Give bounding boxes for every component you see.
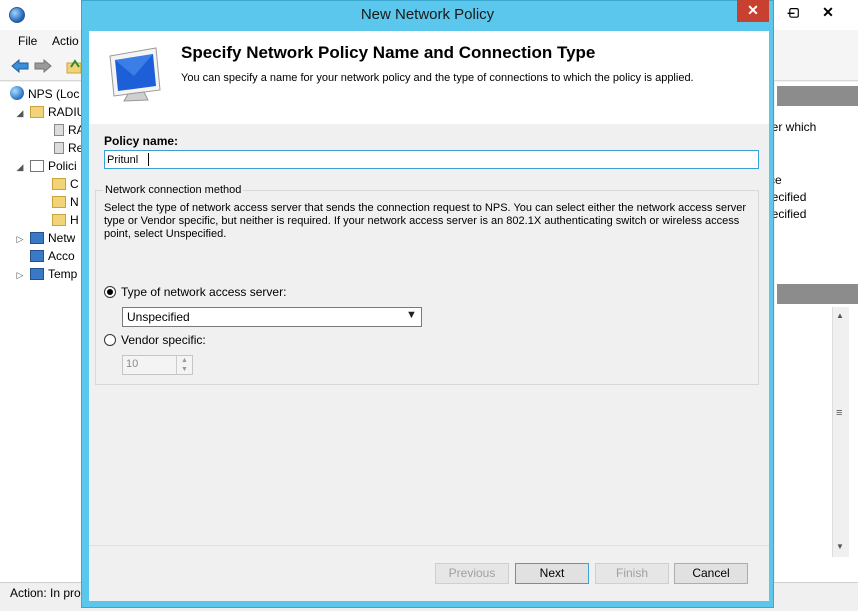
status-text: Action: In pro: [10, 586, 81, 600]
vendor-specific-radio[interactable]: [104, 334, 116, 346]
next-button[interactable]: Next: [515, 563, 589, 584]
console-close-icon[interactable]: ✕: [812, 0, 844, 24]
cancel-button[interactable]: Cancel: [674, 563, 748, 584]
previous-button[interactable]: Previous: [435, 563, 509, 584]
collapse-icon[interactable]: ◢: [16, 104, 24, 121]
scroll-down-icon[interactable]: ▼: [836, 542, 844, 551]
folder-icon: [30, 106, 44, 118]
tree-item-network-access[interactable]: ▷ Netw: [16, 229, 76, 247]
finish-button[interactable]: Finish: [595, 563, 669, 584]
wizard-page-description: You can specify a name for your network …: [181, 72, 694, 84]
tree-item-label: NPS (Loc: [28, 87, 80, 101]
stepper-up-icon: ▲: [176, 356, 192, 365]
templates-icon: [30, 268, 44, 280]
accounting-icon: [30, 250, 44, 262]
folder-icon: [52, 214, 66, 226]
tree-item-templates[interactable]: ▷ Temp: [16, 265, 78, 283]
menu-file[interactable]: File: [18, 34, 37, 48]
tree-item-label: Acco: [48, 249, 75, 263]
vendor-specific-label[interactable]: Vendor specific:: [121, 333, 206, 347]
connection-method-legend: Network connection method: [103, 184, 244, 196]
folder-icon: [52, 196, 66, 208]
details-scrollbar[interactable]: [832, 307, 849, 557]
chevron-down-icon[interactable]: ▼: [406, 309, 417, 321]
tree-item-policies[interactable]: ◢ Polici: [16, 157, 77, 175]
tree-item-label: RADIU: [48, 105, 86, 119]
tree-item-health-policies[interactable]: H: [52, 211, 79, 229]
tree-item-connection-request[interactable]: C: [52, 175, 79, 193]
vendor-specific-value: 10: [126, 358, 139, 370]
forward-arrow-icon[interactable]: [34, 59, 52, 73]
policy-name-label: Policy name:: [104, 134, 179, 148]
tree-item-network-policies[interactable]: N: [52, 193, 79, 211]
folder-up-icon[interactable]: [66, 58, 82, 74]
dialog-close-button[interactable]: ✕: [737, 0, 769, 22]
stepper-down-icon: ▼: [176, 365, 192, 374]
policy-document-icon: [30, 160, 44, 172]
tree-item-accounting[interactable]: Acco: [30, 247, 75, 265]
monitor-icon: [109, 47, 161, 102]
details-section-header: [777, 284, 858, 304]
dialog-title: New Network Policy: [360, 6, 495, 23]
tree-item-radius[interactable]: ◢ RADIU: [16, 103, 86, 121]
scroll-grip-icon[interactable]: ≡: [836, 407, 842, 419]
connection-method-description: Select the type of network access server…: [104, 202, 747, 240]
type-of-nas-radio[interactable]: [104, 286, 116, 298]
menu-action[interactable]: Actio: [52, 34, 79, 48]
console-restore-icon[interactable]: ▢: [778, 0, 810, 24]
expand-icon[interactable]: ▷: [16, 266, 24, 283]
network-icon: [30, 232, 44, 244]
details-section-header: [777, 86, 858, 106]
tree-item-label: C: [70, 177, 79, 191]
type-of-nas-label[interactable]: Type of network access server:: [121, 285, 286, 299]
tree-item-label: Temp: [48, 267, 78, 281]
back-arrow-icon[interactable]: [11, 59, 29, 73]
server-icon: [54, 142, 64, 154]
tree-item-label: H: [70, 213, 79, 227]
policy-name-input[interactable]: [104, 150, 759, 169]
footer-divider: [89, 545, 769, 546]
text-caret: [148, 153, 149, 166]
tree-item-label: N: [70, 195, 79, 209]
tree-item-nps[interactable]: NPS (Loc: [10, 85, 79, 103]
globe-icon: [10, 86, 24, 100]
nas-type-selected-value: Unspecified: [127, 310, 190, 324]
tree-item-label: Netw: [48, 231, 76, 245]
server-icon: [54, 124, 64, 136]
nps-globe-icon: [9, 7, 25, 23]
wizard-page-title: Specify Network Policy Name and Connecti…: [181, 43, 596, 62]
tree-item-label: Polici: [48, 159, 77, 173]
expand-icon[interactable]: ▷: [16, 230, 24, 247]
folder-icon: [52, 178, 66, 190]
close-icon: ✕: [747, 2, 759, 18]
tree-item-remote-servers[interactable]: Re: [54, 139, 83, 157]
collapse-icon[interactable]: ◢: [16, 158, 24, 175]
scroll-up-icon[interactable]: ▲: [836, 311, 844, 320]
